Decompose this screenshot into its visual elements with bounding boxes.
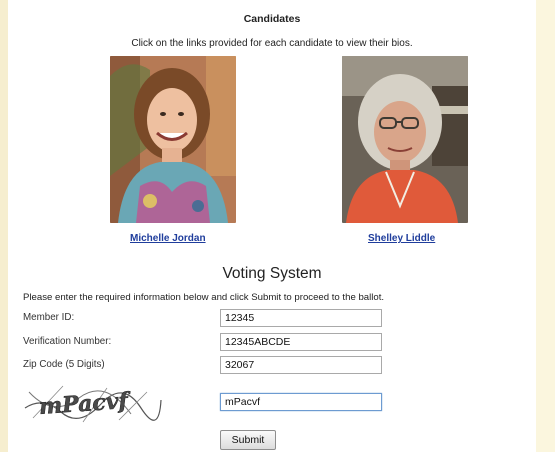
zip-code-input[interactable] [220,356,382,374]
submit-button[interactable]: Submit [220,430,276,450]
verification-number-label: Verification Number: [23,336,112,347]
captcha-input[interactable] [220,393,382,411]
voting-system-title: Voting System [222,265,322,282]
content-panel: Candidates Click on the links provided f… [8,0,536,452]
voting-instructions: Please enter the required information be… [23,292,385,303]
member-id-input[interactable] [220,309,382,327]
candidate-link-shelley-liddle[interactable]: Shelley Liddle [368,233,435,244]
zip-code-label: Zip Code (5 Digits) [23,359,105,370]
candidate-photo-michelle-jordan [110,56,236,223]
candidates-heading: Candidates [243,13,301,25]
candidates-instructions: Click on the links provided for each can… [131,38,413,49]
right-margin [536,0,555,452]
candidate-link-michelle-jordan[interactable]: Michelle Jordan [130,233,206,244]
left-margin [0,0,8,452]
captcha-image: mPacvf [24,385,162,423]
captcha-text: mPacvf [38,388,132,420]
verification-number-input[interactable] [220,333,382,351]
candidate-photo-shelley-liddle [342,56,468,223]
member-id-label: Member ID: [23,312,75,323]
